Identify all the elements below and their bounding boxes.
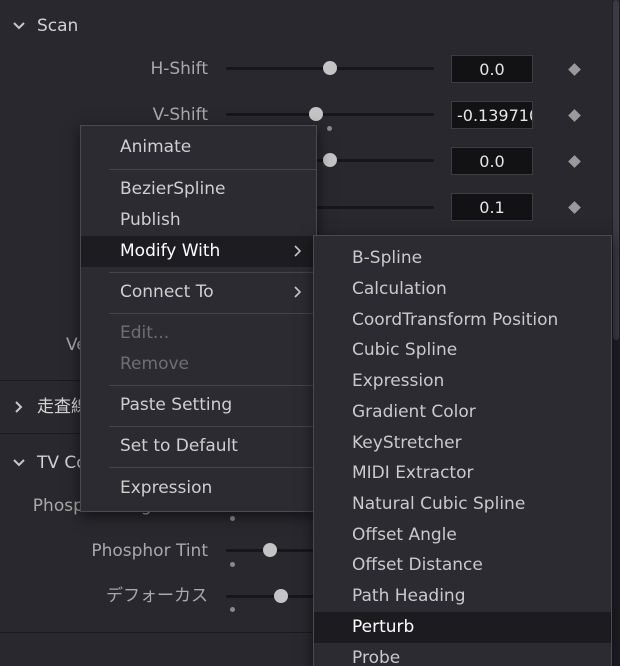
menu-item-publish[interactable]: Publish: [81, 205, 316, 236]
submenu-item-natural-cubic-spline[interactable]: Natural Cubic Spline: [314, 489, 611, 520]
inspector-scrollbar[interactable]: [612, 0, 620, 666]
param-slider-handle[interactable]: [323, 153, 337, 167]
submenu-item-gradient-color[interactable]: Gradient Color: [314, 397, 611, 428]
submenu-item-keystretcher[interactable]: KeyStretcher: [314, 428, 611, 459]
submenu-item-calculation[interactable]: Calculation: [314, 274, 611, 305]
chevron-right-icon: [294, 236, 302, 267]
menu-item-connect-to[interactable]: Connect To: [81, 277, 316, 308]
menu-item-expression[interactable]: Expression: [81, 473, 316, 504]
diamond-icon[interactable]: [568, 63, 581, 76]
v-shift-label: V-Shift: [152, 105, 208, 125]
inspector-panel: Scan H-Shift 0.0 V-Shift -0.139710 0.0 0…: [0, 0, 620, 666]
menu-item-modify-with[interactable]: Modify With: [81, 236, 316, 267]
default-value-dot: [230, 607, 235, 612]
diamond-icon[interactable]: [568, 155, 581, 168]
menu-item-bezierspline[interactable]: BezierSpline: [81, 174, 316, 205]
menu-item-label: Modify With: [120, 241, 221, 261]
chevron-right-icon: [294, 277, 302, 308]
param-value-field[interactable]: 0.0: [451, 147, 533, 175]
menu-item-label: Connect To: [120, 282, 214, 302]
submenu-item-midi-extractor[interactable]: MIDI Extractor: [314, 458, 611, 489]
submenu-item-cubic-spline[interactable]: Cubic Spline: [314, 335, 611, 366]
defocus-slider-track[interactable]: [226, 595, 316, 598]
param-value-field[interactable]: 0.1: [451, 193, 533, 221]
chevron-down-icon: [10, 437, 28, 489]
h-shift-label: H-Shift: [150, 59, 208, 79]
menu-separator: [109, 169, 316, 170]
h-shift-slider-handle[interactable]: [323, 61, 337, 75]
default-value-dot: [327, 126, 332, 131]
menu-separator: [109, 385, 316, 386]
menu-separator: [109, 467, 316, 468]
menu-item-edit: Edit...: [120, 323, 170, 343]
chevron-down-icon: [10, 0, 28, 52]
scan-section-header[interactable]: Scan: [0, 0, 612, 52]
diamond-icon[interactable]: [568, 201, 581, 214]
h-shift-value-field[interactable]: 0.0: [451, 55, 533, 83]
menu-separator: [109, 426, 316, 427]
menu-separator: [109, 313, 316, 314]
defocus-slider-handle[interactable]: [274, 589, 288, 603]
submenu-item-perturb[interactable]: Perturb: [314, 612, 611, 643]
submenu-item-probe[interactable]: Probe: [314, 643, 611, 666]
phosphor-tint-label: Phosphor Tint: [91, 541, 208, 561]
v-shift-slider-track[interactable]: [226, 113, 434, 116]
submenu-item-path-heading[interactable]: Path Heading: [314, 581, 611, 612]
submenu-item-offset-distance[interactable]: Offset Distance: [314, 550, 611, 581]
default-value-dot: [230, 516, 235, 521]
diamond-icon[interactable]: [568, 109, 581, 122]
default-value-dot: [230, 562, 235, 567]
menu-item-set-to-default[interactable]: Set to Default: [81, 431, 316, 462]
defocus-label: デフォーカス: [106, 586, 208, 606]
menu-item-remove: Remove: [120, 354, 189, 374]
menu-item-animate[interactable]: Animate: [81, 132, 316, 163]
phosphor-tint-slider-handle[interactable]: [263, 543, 277, 557]
submenu-item-expression[interactable]: Expression: [314, 366, 611, 397]
menu-separator: [109, 272, 316, 273]
submenu-item-offset-angle[interactable]: Offset Angle: [314, 520, 611, 551]
submenu-item-b-spline[interactable]: B-Spline: [314, 243, 611, 274]
modify-with-submenu: B-Spline Calculation CoordTransform Posi…: [313, 235, 612, 666]
parameter-context-menu: Animate BezierSpline Publish Modify With…: [80, 125, 317, 512]
chevron-right-icon: [10, 381, 28, 433]
v-shift-value-field[interactable]: -0.139710: [451, 101, 533, 129]
section-title: Scan: [37, 16, 79, 36]
v-shift-slider-handle[interactable]: [309, 107, 323, 121]
menu-item-paste-setting[interactable]: Paste Setting: [81, 390, 316, 421]
scrollbar-thumb[interactable]: [613, 0, 619, 340]
submenu-item-coordtransform-position[interactable]: CoordTransform Position: [314, 305, 611, 336]
